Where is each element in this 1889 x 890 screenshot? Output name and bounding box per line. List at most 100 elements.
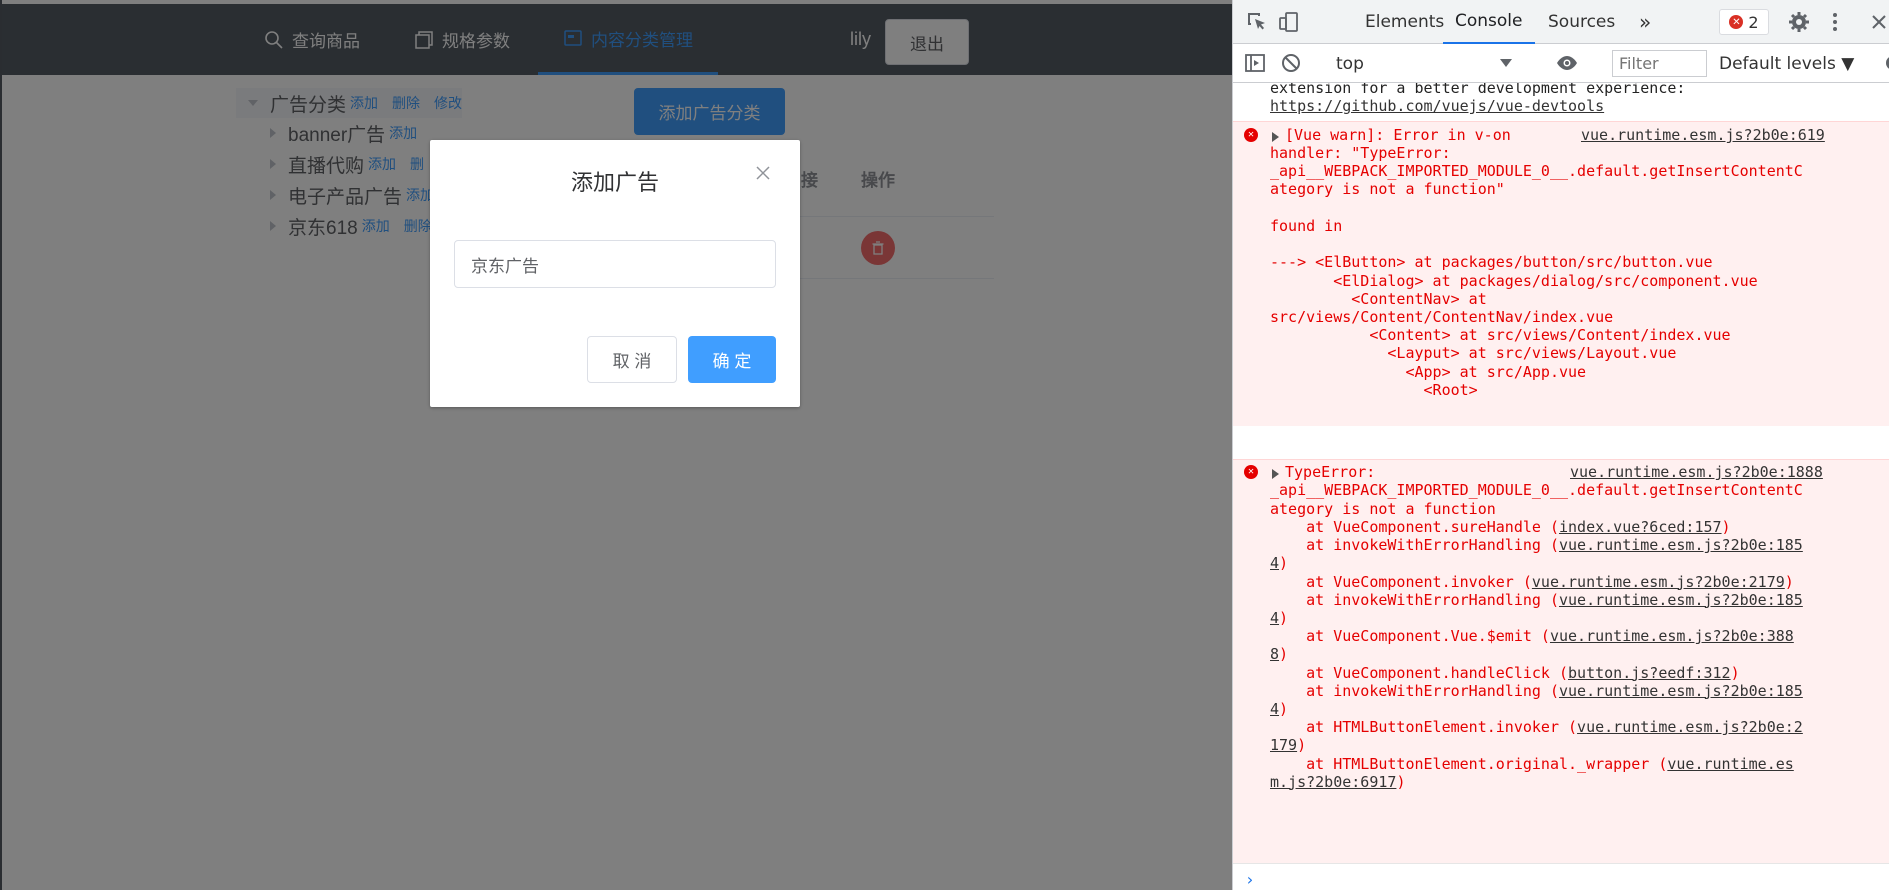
console-message-error: ✕ vue.runtime.esm.js?2b0e:619 [Vue warn]… — [1233, 121, 1889, 426]
console-settings-icon[interactable] — [1881, 51, 1889, 75]
stack-frame-text: ) — [1396, 772, 1406, 791]
console-line: ategory is not a function — [1270, 500, 1496, 518]
gear-icon[interactable] — [1787, 10, 1811, 34]
stack-frame-text: at VueComponent.Vue.$emit ( — [1270, 627, 1550, 646]
console-line: <App> at src/App.vue — [1270, 363, 1587, 381]
devtools-link[interactable]: https://github.com/vuejs/vue-devtools — [1270, 97, 1604, 115]
stack-frame-link[interactable]: vue.runtime.esm.js?2b0e:185 — [1559, 682, 1803, 700]
stack-frame-link[interactable]: vue.runtime.esm.js?2b0e:185 — [1559, 591, 1803, 609]
stack-frame: 179) — [1270, 736, 1306, 754]
stack-frame-link[interactable]: index.vue?6ced:157 — [1559, 518, 1722, 536]
stack-frame-link[interactable]: vue.runtime.esm.js?2b0e:388 — [1550, 627, 1794, 645]
sidebar-toggle-icon[interactable] — [1243, 51, 1267, 75]
tab-console[interactable]: Console — [1443, 0, 1535, 44]
stack-frame-link[interactable]: 4 — [1270, 700, 1279, 718]
stack-frame-text: ) — [1297, 736, 1307, 755]
devtools-panel: Elements Console Sources » ✕ 2 top Filte… — [1232, 0, 1889, 890]
inspect-element-icon[interactable] — [1245, 10, 1269, 34]
stack-frame-link[interactable]: 4 — [1270, 554, 1279, 572]
add-ad-dialog: 添加广告 取 消 确 定 — [430, 140, 800, 407]
tab-sources[interactable]: Sources — [1536, 0, 1627, 44]
stack-frame-text: at HTMLButtonElement.original._wrapper ( — [1270, 754, 1668, 773]
console-line: extension for a better development exper… — [1270, 83, 1686, 97]
console-line: <ElDialog> at packages/dialog/src/compon… — [1270, 272, 1758, 290]
stack-frame: m.js?2b0e:6917) — [1270, 773, 1405, 791]
stack-frame: at VueComponent.handleClick (button.js?e… — [1270, 664, 1740, 682]
stack-frame: at VueComponent.sureHandle (index.vue?6c… — [1270, 518, 1731, 536]
cancel-button[interactable]: 取 消 — [587, 336, 677, 383]
clear-console-icon[interactable] — [1279, 51, 1303, 75]
devtools-tabbar: Elements Console Sources » ✕ 2 — [1233, 0, 1889, 44]
dropdown-arrow-icon — [1500, 59, 1512, 67]
source-link[interactable]: vue.runtime.esm.js?2b0e:1888 — [1570, 463, 1823, 481]
eye-icon[interactable] — [1555, 51, 1579, 75]
stack-frame-text: at invokeWithErrorHandling ( — [1270, 536, 1559, 555]
stack-frame-text: ) — [1279, 609, 1289, 627]
stack-frame-link[interactable]: m.js?2b0e:6917 — [1270, 773, 1396, 791]
stack-frame-text: ) — [1279, 645, 1289, 664]
stack-frame-text: ) — [1721, 518, 1731, 536]
filter-input[interactable] — [1612, 50, 1707, 77]
console-output: extension for a better development exper… — [1233, 83, 1889, 863]
stack-frame: at VueComponent.Vue.$emit (vue.runtime.e… — [1270, 627, 1794, 645]
tab-elements[interactable]: Elements — [1353, 0, 1456, 44]
more-options-icon[interactable] — [1823, 10, 1847, 34]
stack-frame: 4) — [1270, 609, 1288, 627]
stack-frame: at invokeWithErrorHandling (vue.runtime.… — [1270, 536, 1803, 554]
stack-frame-link[interactable]: vue.runtime.esm.js?2b0e:185 — [1559, 536, 1803, 554]
console-prompt[interactable]: › — [1233, 863, 1889, 890]
stack-frame-text: at VueComponent.invoker ( — [1270, 572, 1532, 591]
stack-frame-link[interactable]: 179 — [1270, 736, 1297, 754]
stack-frame-text: at invokeWithErrorHandling ( — [1270, 590, 1559, 609]
console-message-info: extension for a better development exper… — [1233, 83, 1889, 115]
console-line: ategory is not a function" — [1270, 180, 1505, 198]
console-line: TypeError: — [1285, 463, 1376, 481]
error-icon: ✕ — [1244, 465, 1258, 479]
stack-frame: at HTMLButtonElement.original._wrapper (… — [1270, 755, 1794, 773]
expand-triangle-icon[interactable] — [1272, 469, 1279, 479]
console-line: _api__WEBPACK_IMPORTED_MODULE_0__.defaul… — [1270, 481, 1803, 499]
expand-triangle-icon[interactable] — [1272, 132, 1279, 142]
app-window: 查询商品 规格参数 内容分类管理 lily 退出 广告分类 添加 删除 修改 b… — [0, 0, 1232, 890]
stack-frame-text: at invokeWithErrorHandling ( — [1270, 681, 1559, 700]
more-tabs-button[interactable]: » — [1639, 0, 1651, 44]
console-line: found in — [1270, 217, 1343, 235]
console-line: <Content> at src/views/Content/index.vue — [1270, 326, 1731, 344]
console-line: <Root> — [1270, 381, 1478, 399]
stack-frame-link[interactable]: vue.runtime.es — [1667, 755, 1793, 773]
ad-name-input[interactable] — [454, 240, 776, 288]
stack-frame-text: ) — [1730, 663, 1740, 682]
console-line: handler: "TypeError: — [1270, 144, 1451, 162]
prompt-chevron-icon: › — [1245, 870, 1255, 889]
stack-frame-link[interactable]: button.js?eedf:312 — [1568, 664, 1731, 682]
context-select[interactable]: top — [1336, 50, 1526, 77]
source-link[interactable]: vue.runtime.esm.js?2b0e:619 — [1581, 126, 1825, 144]
error-count-badge[interactable]: ✕ 2 — [1719, 9, 1769, 35]
close-icon[interactable] — [755, 165, 771, 181]
console-line: [Vue warn]: Error in v-on — [1285, 126, 1511, 144]
modal-overlay[interactable] — [2, 0, 1232, 890]
stack-frame: at VueComponent.invoker (vue.runtime.esm… — [1270, 573, 1794, 591]
stack-frame: 8) — [1270, 645, 1288, 663]
stack-frame-link[interactable]: vue.runtime.esm.js?2b0e:2179 — [1532, 573, 1785, 591]
console-line: src/views/Content/ContentNav/index.vue — [1270, 308, 1614, 326]
confirm-button[interactable]: 确 定 — [688, 336, 776, 383]
stack-frame-text: at VueComponent.sureHandle ( — [1270, 518, 1559, 536]
stack-frame: at HTMLButtonElement.invoker (vue.runtim… — [1270, 718, 1803, 736]
stack-frame-link[interactable]: 8 — [1270, 645, 1279, 663]
stack-frame-text: ) — [1784, 572, 1794, 591]
error-count: 2 — [1748, 12, 1759, 32]
stack-frame-text: ) — [1279, 700, 1289, 718]
log-levels-select[interactable]: Default levels ▼ — [1719, 50, 1869, 77]
device-toolbar-icon[interactable] — [1277, 10, 1301, 34]
console-toolbar: top Default levels ▼ — [1233, 44, 1889, 83]
dialog-title: 添加广告 — [570, 170, 659, 195]
stack-frame-link[interactable]: vue.runtime.esm.js?2b0e:2 — [1577, 718, 1803, 736]
stack-frame-text: at VueComponent.handleClick ( — [1270, 663, 1569, 682]
close-devtools-icon[interactable] — [1867, 10, 1889, 34]
error-icon: ✕ — [1729, 15, 1744, 29]
stack-frame-link[interactable]: 4 — [1270, 609, 1279, 627]
stack-frame-text: at HTMLButtonElement.invoker ( — [1270, 718, 1578, 737]
console-line: <Layput> at src/views/Layout.vue — [1270, 344, 1677, 362]
error-icon: ✕ — [1244, 128, 1258, 142]
